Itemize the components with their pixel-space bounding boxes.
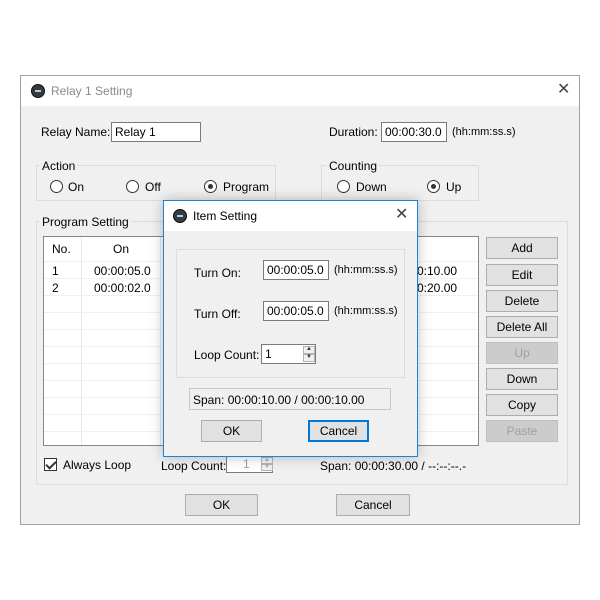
turn-on-unit: (hh:mm:ss.s) [334, 264, 398, 276]
turn-off-input[interactable]: 00:00:05.0 [263, 301, 329, 321]
column-header-no[interactable]: No. [52, 242, 71, 256]
duration-label: Duration: [329, 125, 378, 139]
duration-unit: (hh:mm:ss.s) [452, 126, 516, 138]
column-header-on[interactable]: On [113, 242, 129, 256]
turn-on-input[interactable]: 00:00:05.0 [263, 260, 329, 280]
title-bar[interactable]: Relay 1 Setting ✕ [21, 76, 579, 106]
relay-name-label: Relay Name: [41, 125, 111, 139]
counting-down-label: Down [356, 180, 387, 194]
table-row-1-no[interactable]: 1 [52, 264, 59, 278]
edit-button[interactable]: Edit [486, 264, 558, 286]
turn-off-unit: (hh:mm:ss.s) [334, 305, 398, 317]
loop-count-stepper[interactable]: 1 ▲ ▼ [226, 455, 273, 473]
counting-up-label: Up [446, 180, 462, 194]
down-button[interactable]: Down [486, 368, 558, 390]
table-row-2-on[interactable]: 00:00:02.0 [94, 281, 151, 295]
relay-app-icon [173, 209, 187, 223]
loop-count-label: Loop Count: [161, 459, 227, 473]
action-on-radio[interactable] [50, 180, 63, 193]
turn-off-label: Turn Off: [194, 307, 241, 321]
delete-all-button[interactable]: Delete All [486, 316, 558, 338]
close-icon[interactable]: ✕ [395, 207, 408, 223]
dialog-cancel-button[interactable]: Cancel [308, 420, 369, 442]
window-title: Relay 1 Setting [51, 84, 133, 98]
action-on-label: On [68, 180, 85, 194]
action-program-label: Program [223, 180, 270, 194]
close-icon[interactable]: ✕ [557, 82, 570, 98]
item-setting-dialog: Item Setting ✕ Turn On: 00:00:05.0 (hh:m… [163, 200, 418, 457]
dialog-loop-count-stepper[interactable]: 1 ▲ ▼ [261, 344, 316, 364]
counting-down-radio[interactable] [337, 180, 350, 193]
relay-name-input[interactable]: Relay 1 [111, 122, 201, 142]
dialog-loop-count-label: Loop Count: [194, 348, 260, 362]
dialog-span-text: Span: 00:00:10.00 / 00:00:10.00 [193, 393, 365, 407]
copy-button[interactable]: Copy [486, 394, 558, 416]
ok-button[interactable]: OK [185, 494, 258, 516]
always-loop-checkbox[interactable] [44, 458, 57, 471]
dialog-title-bar[interactable]: Item Setting ✕ [164, 201, 417, 231]
table-row-2-no[interactable]: 2 [52, 281, 59, 295]
program-span-text: Span: 00:00:30.00 / --:--:--.- [320, 459, 467, 473]
program-setting-label: Program Setting [40, 215, 131, 229]
dialog-loop-count-value: 1 [265, 347, 272, 361]
action-off-radio[interactable] [126, 180, 139, 193]
action-program-radio[interactable] [204, 180, 217, 193]
table-row-1-off[interactable]: 0:10.00 [417, 264, 457, 278]
spin-down-icon[interactable]: ▼ [303, 354, 315, 362]
action-off-label: Off [145, 180, 161, 194]
dialog-span-box: Span: 00:00:10.00 / 00:00:10.00 [189, 388, 391, 410]
loop-count-value: 1 [243, 457, 250, 471]
delete-button[interactable]: Delete [486, 290, 558, 312]
duration-input[interactable]: 00:00:30.0 [381, 122, 447, 142]
counting-group-label: Counting [327, 159, 380, 173]
dialog-ok-button[interactable]: OK [201, 420, 262, 442]
always-loop-label: Always Loop [63, 458, 132, 472]
spin-up-icon[interactable]: ▲ [303, 346, 315, 354]
spin-up-icon[interactable]: ▲ [261, 457, 273, 464]
spin-down-icon[interactable]: ▼ [261, 464, 273, 471]
paste-button[interactable]: Paste [486, 420, 558, 442]
up-button[interactable]: Up [486, 342, 558, 364]
dialog-title: Item Setting [193, 209, 258, 223]
action-group-label: Action [40, 159, 78, 173]
cancel-button[interactable]: Cancel [336, 494, 410, 516]
table-row-1-on[interactable]: 00:00:05.0 [94, 264, 151, 278]
relay-app-icon [31, 84, 45, 98]
table-row-2-off[interactable]: 0:20.00 [417, 281, 457, 295]
add-button[interactable]: Add [486, 237, 558, 259]
counting-up-radio[interactable] [427, 180, 440, 193]
turn-on-label: Turn On: [194, 266, 241, 280]
